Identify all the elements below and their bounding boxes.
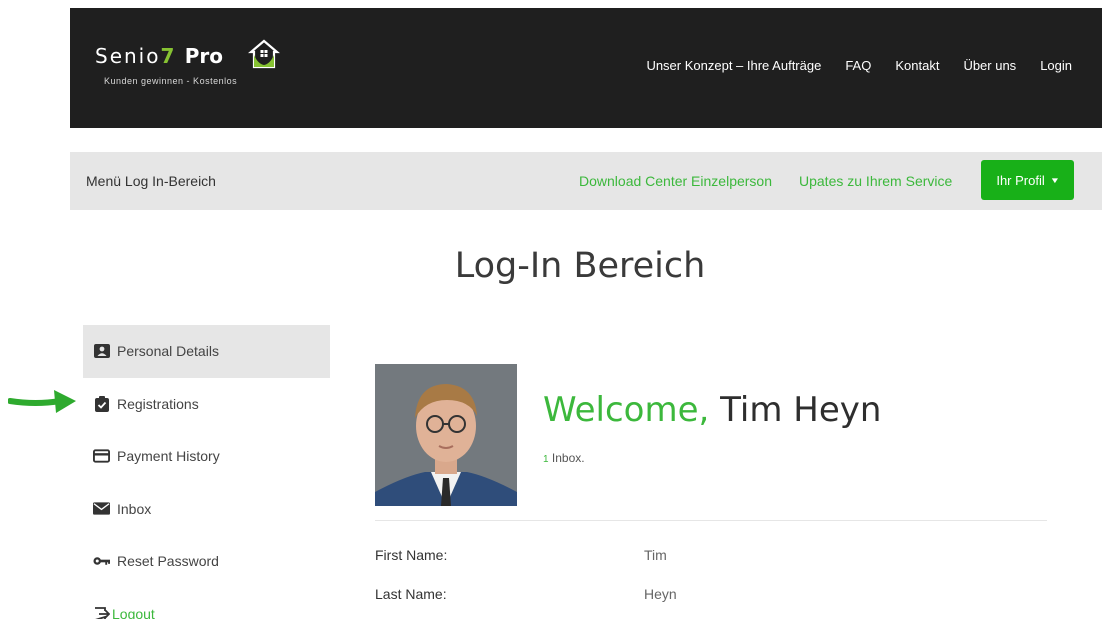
sidebar-item-label: Payment History xyxy=(117,448,220,465)
first-name-label: First Name: xyxy=(375,547,448,563)
sidebar-item-payment-history[interactable]: Payment History xyxy=(83,430,330,483)
login-area-menu-bar: Menü Log In-Bereich Download Center Einz… xyxy=(70,152,1102,210)
login-area-menu-title: Menü Log In-Bereich xyxy=(86,173,216,189)
inbox-summary[interactable]: 1 Inbox. xyxy=(543,451,585,465)
clipboard-check-icon xyxy=(93,395,110,412)
sidebar-item-label: Personal Details xyxy=(117,343,219,360)
nav-ueber-uns[interactable]: Über uns xyxy=(963,58,1016,73)
brand-logo-link[interactable]: Senio7 Pro Kunden gewinnen - Kostenlos xyxy=(95,39,280,86)
profile-button-label: Ihr Profil xyxy=(996,172,1045,188)
id-card-icon xyxy=(93,344,110,359)
nav-kontakt[interactable]: Kontakt xyxy=(895,58,939,73)
avatar xyxy=(375,364,517,506)
sidebar-item-personal-details[interactable]: Personal Details xyxy=(83,325,330,378)
sign-out-icon xyxy=(93,606,110,619)
first-name-value: Tim xyxy=(644,547,667,563)
sidebar-item-registrations[interactable]: Registrations xyxy=(83,378,330,431)
nav-login[interactable]: Login xyxy=(1040,58,1072,73)
inbox-label: Inbox. xyxy=(551,451,585,465)
account-sidebar: Personal Details Registrations Payment H… xyxy=(83,325,330,619)
last-name-value: Heyn xyxy=(644,586,677,602)
profile-dropdown-button[interactable]: Ihr Profil ▼ xyxy=(981,160,1074,200)
sidebar-item-inbox[interactable]: Inbox xyxy=(83,483,330,536)
house-logo-icon xyxy=(248,39,280,69)
last-name-label: Last Name: xyxy=(375,586,447,602)
nav-faq[interactable]: FAQ xyxy=(845,58,871,73)
sidebar-item-label: Registrations xyxy=(117,395,199,412)
profile-photo xyxy=(375,364,517,506)
green-arrow-icon xyxy=(8,390,76,413)
brand-tagline: Kunden gewinnen - Kostenlos xyxy=(104,76,238,86)
sidebar-item-label: Reset Password xyxy=(117,553,219,570)
chevron-down-icon: ▼ xyxy=(1049,175,1060,185)
page: Senio7 Pro Kunden gewinnen - Kostenlos U… xyxy=(0,0,1102,619)
divider xyxy=(375,520,1047,521)
envelope-icon xyxy=(93,502,110,516)
credit-card-icon xyxy=(93,449,110,463)
brand-prefix: Senio xyxy=(95,44,161,68)
user-name: Tim Heyn xyxy=(720,390,882,430)
brand-seven: 7 xyxy=(160,44,177,68)
brand-name: Senio7 Pro xyxy=(95,44,237,68)
nav-konzept[interactable]: Unser Konzept – Ihre Aufträge xyxy=(646,58,821,73)
sidebar-item-label: Logout xyxy=(112,605,155,619)
sidebar-item-logout[interactable]: Logout xyxy=(83,588,330,619)
login-area-links: Download Center Einzelperson Upates zu I… xyxy=(579,173,952,189)
sidebar-item-label: Inbox xyxy=(117,500,152,517)
sidebar-item-reset-password[interactable]: Reset Password xyxy=(83,535,330,588)
service-updates-link[interactable]: Upates zu Ihrem Service xyxy=(799,173,952,189)
welcome-prefix: Welcome, xyxy=(543,390,710,430)
welcome-heading: Welcome, Tim Heyn xyxy=(543,390,881,430)
site-header: Senio7 Pro Kunden gewinnen - Kostenlos U… xyxy=(70,8,1102,128)
main-nav: Unser Konzept – Ihre Aufträge FAQ Kontak… xyxy=(646,58,1072,73)
brand-pro: Pro xyxy=(184,44,224,68)
inbox-count: 1 xyxy=(543,454,549,465)
page-title: Log-In Bereich xyxy=(454,246,706,286)
key-icon xyxy=(93,554,110,568)
download-center-link[interactable]: Download Center Einzelperson xyxy=(579,173,772,189)
